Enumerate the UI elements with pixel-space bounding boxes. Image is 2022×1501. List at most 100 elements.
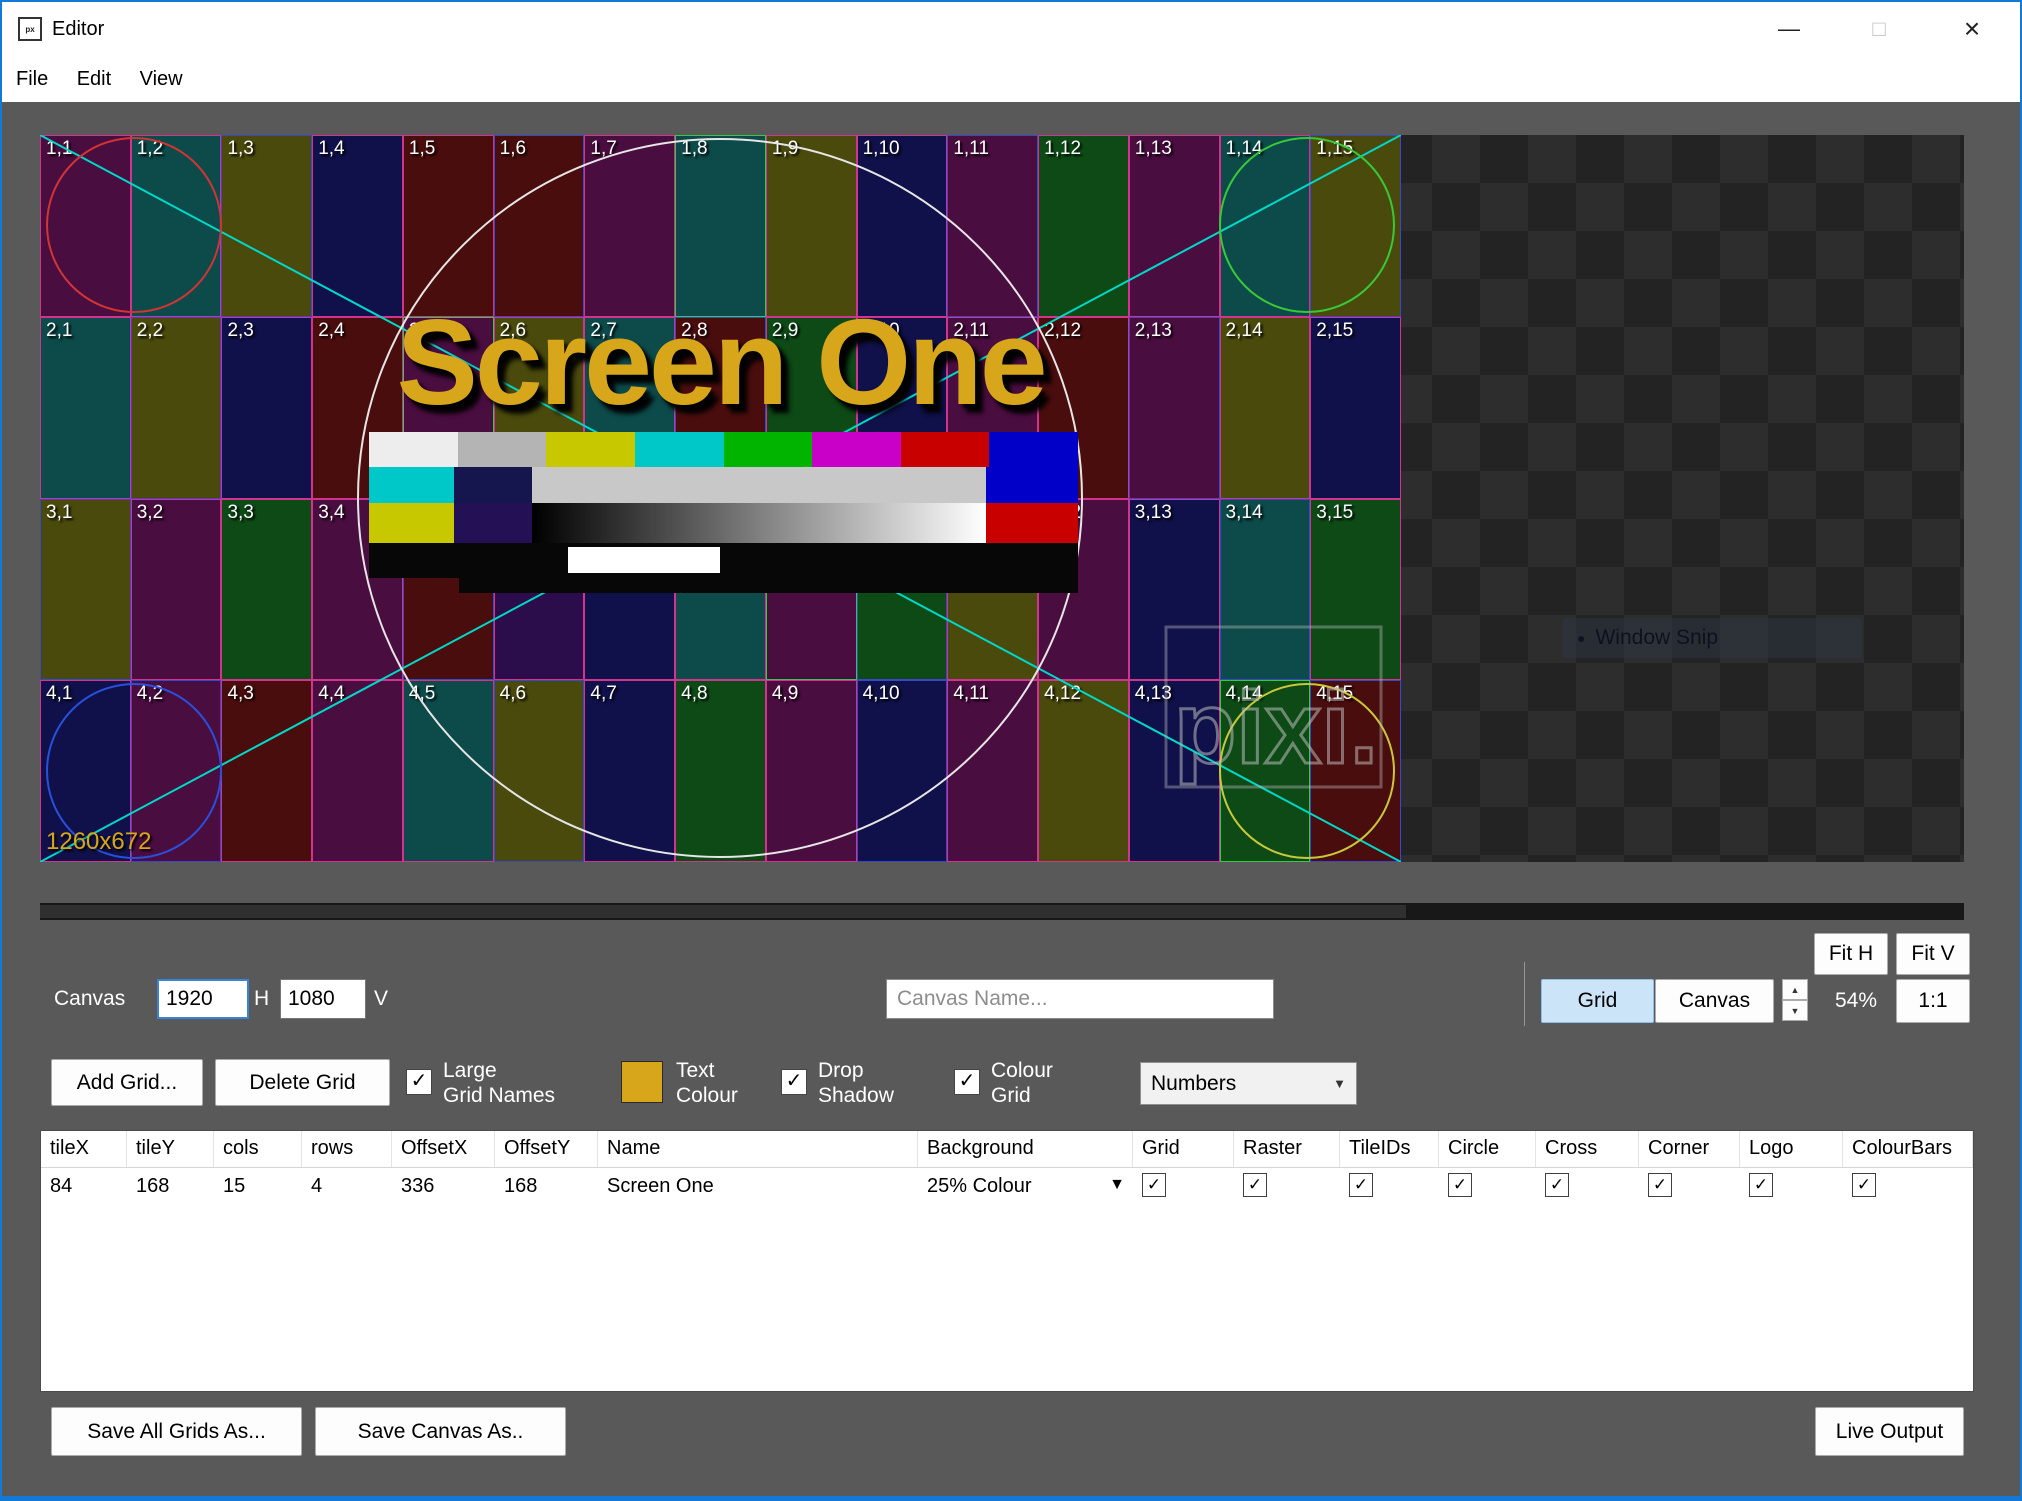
cell-colourbars: ✓ bbox=[1843, 1168, 1973, 1205]
colour-grid-checkbox[interactable]: ✓ bbox=[954, 1069, 980, 1095]
horizontal-scrollbar[interactable] bbox=[40, 903, 1964, 920]
one-to-one-button[interactable]: 1:1 bbox=[1896, 979, 1970, 1023]
cell-grid: ✓ bbox=[1133, 1168, 1234, 1205]
menu-edit[interactable]: Edit bbox=[65, 56, 123, 102]
cross-row-checkbox[interactable]: ✓ bbox=[1545, 1173, 1569, 1197]
column-header-circle[interactable]: Circle bbox=[1439, 1131, 1536, 1167]
colourbars-row-checkbox[interactable]: ✓ bbox=[1852, 1173, 1876, 1197]
column-header-cols[interactable]: cols bbox=[214, 1131, 302, 1167]
label-line: Grid bbox=[991, 1083, 1053, 1108]
raster-row-checkbox[interactable]: ✓ bbox=[1243, 1173, 1267, 1197]
spinner-down-icon[interactable]: ▼ bbox=[1782, 1000, 1808, 1021]
cell-logo: ✓ bbox=[1740, 1168, 1843, 1205]
cell-circle: ✓ bbox=[1439, 1168, 1536, 1205]
cell-value: 336 bbox=[401, 1175, 434, 1197]
maximize-button[interactable]: □ bbox=[1834, 2, 1924, 56]
circle-row-checkbox[interactable]: ✓ bbox=[1448, 1173, 1472, 1197]
scrollbar-thumb[interactable] bbox=[40, 905, 1406, 918]
cell-background[interactable]: 25% Colour▼ bbox=[918, 1168, 1133, 1205]
cell-raster: ✓ bbox=[1234, 1168, 1340, 1205]
table-row[interactable]: 84168154336168Screen One25% Colour▼✓✓✓✓✓… bbox=[41, 1168, 1973, 1205]
colorbar-segment bbox=[458, 432, 547, 467]
canvas-label: Canvas bbox=[54, 979, 125, 1019]
large-grid-names-checkbox[interactable]: ✓ bbox=[406, 1069, 432, 1095]
column-header-tilex[interactable]: tileX bbox=[41, 1131, 127, 1167]
close-button[interactable]: × bbox=[1924, 2, 2020, 56]
colorbar-segment bbox=[901, 432, 990, 467]
colorbar-segment bbox=[986, 467, 1078, 503]
menu-file[interactable]: File bbox=[2, 56, 60, 102]
label-line: Drop bbox=[818, 1058, 894, 1083]
colorbar-segment bbox=[635, 432, 724, 467]
save-all-grids-button[interactable]: Save All Grids As... bbox=[51, 1407, 302, 1456]
column-header-grid[interactable]: Grid bbox=[1133, 1131, 1234, 1167]
canvas-width-input[interactable] bbox=[157, 979, 249, 1019]
drop-shadow-checkbox[interactable]: ✓ bbox=[781, 1069, 807, 1095]
canvas-toggle-button[interactable]: Canvas bbox=[1655, 979, 1774, 1023]
test-pattern[interactable]: 1,11,21,31,41,51,61,71,81,91,101,111,121… bbox=[40, 135, 1401, 862]
add-grid-button[interactable]: Add Grid... bbox=[51, 1059, 203, 1106]
drop-shadow-label: Drop Shadow bbox=[818, 1058, 894, 1108]
column-header-offsety[interactable]: OffsetY bbox=[495, 1131, 598, 1167]
colorbar-segment bbox=[369, 503, 454, 543]
text-colour-label: Text Colour bbox=[676, 1058, 738, 1108]
colorbar-segment bbox=[546, 432, 635, 467]
tileids-row-checkbox[interactable]: ✓ bbox=[1349, 1173, 1373, 1197]
column-header-offsetx[interactable]: OffsetX bbox=[392, 1131, 495, 1167]
delete-grid-button[interactable]: Delete Grid bbox=[215, 1059, 390, 1106]
label-line: Shadow bbox=[818, 1083, 894, 1108]
column-header-background[interactable]: Background bbox=[918, 1131, 1133, 1167]
spinner-up-icon[interactable]: ▲ bbox=[1782, 979, 1808, 1000]
column-header-tileids[interactable]: TileIDs bbox=[1340, 1131, 1439, 1167]
fit-v-button[interactable]: Fit V bbox=[1896, 933, 1970, 975]
corner-circle-top-right-icon bbox=[1220, 138, 1394, 312]
colorbar-segment bbox=[986, 503, 1078, 543]
window-title: Editor bbox=[52, 2, 104, 56]
canvas-viewport[interactable]: 1,11,21,31,41,51,61,71,81,91,101,111,121… bbox=[40, 135, 1964, 862]
minimize-button[interactable]: — bbox=[1744, 2, 1834, 56]
label-line: Colour bbox=[991, 1058, 1053, 1083]
save-canvas-button[interactable]: Save Canvas As.. bbox=[315, 1407, 566, 1456]
grid-toggle-button[interactable]: Grid bbox=[1541, 979, 1654, 1023]
column-header-logo[interactable]: Logo bbox=[1740, 1131, 1843, 1167]
zoom-spinner[interactable]: ▲ ▼ bbox=[1782, 979, 1808, 1023]
colorbar-segment bbox=[724, 432, 813, 467]
height-unit-label: V bbox=[374, 979, 388, 1019]
cell-tileids: ✓ bbox=[1340, 1168, 1439, 1205]
pixi-watermark: pixi. bbox=[1174, 671, 1378, 785]
colorbar-segment bbox=[532, 467, 986, 503]
column-header-tiley[interactable]: tileY bbox=[127, 1131, 214, 1167]
canvas-name-input[interactable] bbox=[886, 979, 1274, 1019]
canvas-height-input[interactable] bbox=[280, 979, 366, 1019]
colorbars bbox=[369, 432, 1078, 578]
cell-tiley: 168 bbox=[127, 1168, 214, 1205]
menu-view[interactable]: View bbox=[128, 56, 195, 102]
fit-h-button[interactable]: Fit H bbox=[1814, 933, 1888, 975]
cell-cols: 15 bbox=[214, 1168, 302, 1205]
colorbar-segment bbox=[989, 432, 1078, 467]
column-header-cross[interactable]: Cross bbox=[1536, 1131, 1639, 1167]
editor-window: px Editor — □ × File Edit View 1,11,21,3… bbox=[0, 0, 2022, 1501]
background-dropdown-arrow[interactable]: ▼ bbox=[1109, 1168, 1125, 1203]
id-style-dropdown[interactable]: Numbers ▼ bbox=[1140, 1062, 1357, 1105]
column-header-colourbars[interactable]: ColourBars bbox=[1843, 1131, 1973, 1167]
column-header-name[interactable]: Name bbox=[598, 1131, 918, 1167]
live-output-button[interactable]: Live Output bbox=[1815, 1407, 1964, 1456]
column-header-rows[interactable]: rows bbox=[302, 1131, 392, 1167]
cell-value: 168 bbox=[504, 1175, 537, 1197]
colorbar-segment bbox=[369, 432, 458, 467]
label-line: Text bbox=[676, 1058, 738, 1083]
colorbar-segment bbox=[532, 503, 986, 543]
zoom-percent: 54% bbox=[1822, 979, 1890, 1023]
logo-row-checkbox[interactable]: ✓ bbox=[1749, 1173, 1773, 1197]
column-header-raster[interactable]: Raster bbox=[1234, 1131, 1340, 1167]
corner-row-checkbox[interactable]: ✓ bbox=[1648, 1173, 1672, 1197]
grid-row-checkbox[interactable]: ✓ bbox=[1142, 1173, 1166, 1197]
grids-table: tileXtileYcolsrowsOffsetXOffsetYNameBack… bbox=[40, 1130, 1974, 1392]
text-colour-swatch[interactable] bbox=[621, 1061, 663, 1103]
cell-tilex: 84 bbox=[41, 1168, 127, 1205]
menu-bar: File Edit View bbox=[2, 56, 2020, 102]
title-bar[interactable]: px Editor — □ × bbox=[2, 2, 2020, 56]
column-header-corner[interactable]: Corner bbox=[1639, 1131, 1740, 1167]
colorbar-strip bbox=[459, 578, 1078, 593]
